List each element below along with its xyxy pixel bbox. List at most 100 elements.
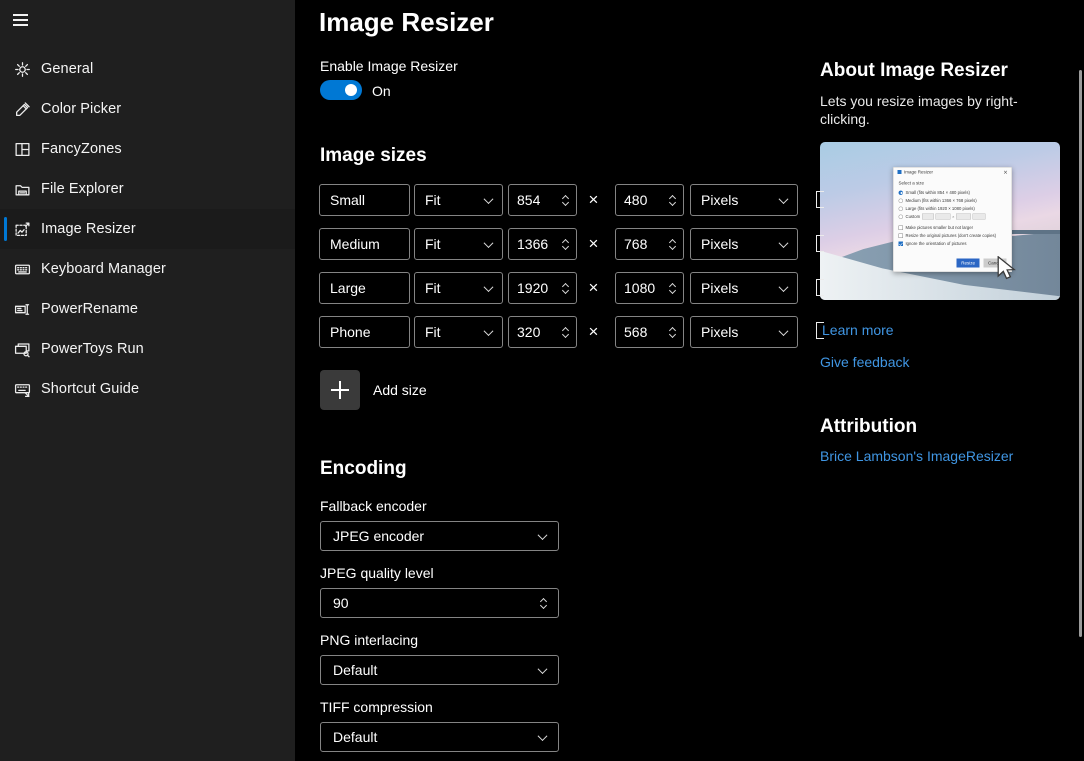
- powerrename-icon: [14, 301, 31, 318]
- preview-app-icon: [897, 170, 902, 174]
- chevron-down-icon: [483, 237, 494, 248]
- chevron-down-icon: [483, 193, 494, 204]
- size-fit-select[interactable]: Fit: [414, 228, 503, 260]
- radio-icon: [898, 214, 903, 219]
- image-size-row: Phone Fit 320 × 568 Pixels: [319, 316, 798, 348]
- sidebar-item-label: PowerRename: [41, 301, 139, 317]
- powertoys-settings-window: General Color Picker FancyZones File Exp…: [0, 0, 1084, 761]
- spinner-updown-icon: [668, 194, 677, 206]
- sidebar-item-powerrename[interactable]: PowerRename: [0, 289, 295, 329]
- sidebar-item-color-picker[interactable]: Color Picker: [0, 89, 295, 129]
- jpeg-quality-level-spinner[interactable]: 90: [320, 588, 559, 618]
- size-unit-select[interactable]: Pixels: [690, 228, 798, 260]
- selected-indicator: [4, 57, 7, 81]
- selected-indicator: [4, 97, 7, 121]
- enable-toggle[interactable]: [320, 80, 362, 100]
- sidebar-item-keyboard-manager[interactable]: Keyboard Manager: [0, 249, 295, 289]
- size-height-spinner[interactable]: 568: [615, 316, 684, 348]
- size-width-spinner[interactable]: 320: [508, 316, 577, 348]
- sidebar-item-powertoys-run[interactable]: PowerToys Run: [0, 329, 295, 369]
- radio-icon: [898, 190, 903, 195]
- image-sizes-list: Small Fit 854 × 480 Pixels Medium Fit 13…: [319, 184, 798, 360]
- size-width-spinner[interactable]: 854: [508, 184, 577, 216]
- preview-prompt: Select a size: [898, 180, 925, 186]
- encoding-field-label: JPEG quality level: [320, 565, 434, 581]
- attribution-link[interactable]: Brice Lambson's ImageResizer: [820, 448, 1013, 465]
- sidebar-item-label: General: [41, 61, 94, 77]
- clipped-row-button-icon[interactable]: [816, 191, 824, 208]
- size-height-spinner[interactable]: 480: [615, 184, 684, 216]
- chevron-down-icon: [778, 325, 789, 336]
- sidebar-item-label: Keyboard Manager: [41, 261, 166, 277]
- checkbox-icon: [898, 225, 903, 230]
- sidebar-item-fancyzones[interactable]: FancyZones: [0, 129, 295, 169]
- size-fit-select[interactable]: Fit: [414, 272, 503, 304]
- chevron-down-icon: [483, 325, 494, 336]
- size-name-input[interactable]: Large: [319, 272, 410, 304]
- enable-label: Enable Image Resizer: [320, 58, 458, 74]
- sidebar-item-label: Shortcut Guide: [41, 381, 140, 397]
- multiply-symbol: ×: [588, 278, 599, 297]
- selected-indicator: [4, 337, 7, 361]
- multiply-symbol: ×: [588, 190, 599, 209]
- menu-button[interactable]: [0, 0, 48, 40]
- size-name-input[interactable]: Small: [319, 184, 410, 216]
- size-unit-select[interactable]: Pixels: [690, 316, 798, 348]
- size-width-spinner[interactable]: 1920: [508, 272, 577, 304]
- png-interlacing-select[interactable]: Default: [320, 655, 559, 685]
- selected-indicator: [4, 297, 7, 321]
- powertoys-run-icon: [14, 341, 31, 358]
- tiff-compression-select[interactable]: Default: [320, 722, 559, 752]
- preview-checkbox: Ignore the orientation of pictures: [894, 240, 1012, 248]
- give-feedback-link[interactable]: Give feedback: [820, 354, 910, 371]
- image-size-row: Small Fit 854 × 480 Pixels: [319, 184, 798, 216]
- about-preview-image: Image Resizer Select a size Small (fits …: [820, 142, 1060, 300]
- clipped-row-button-icon[interactable]: [816, 322, 824, 339]
- preview-dialog-title: Image Resizer: [904, 169, 934, 175]
- sidebar: General Color Picker FancyZones File Exp…: [0, 0, 295, 761]
- size-width-spinner[interactable]: 1366: [508, 228, 577, 260]
- size-height-spinner[interactable]: 768: [615, 228, 684, 260]
- spinner-updown-icon: [539, 597, 548, 609]
- sidebar-item-file-explorer[interactable]: File Explorer: [0, 169, 295, 209]
- learn-more-link[interactable]: Learn more: [822, 322, 894, 339]
- toggle-state-label: On: [372, 83, 391, 99]
- sidebar-item-label: Color Picker: [41, 101, 122, 117]
- chevron-down-icon: [778, 281, 789, 292]
- selected-indicator: [4, 217, 7, 241]
- size-fit-select[interactable]: Fit: [414, 316, 503, 348]
- clipped-row-button-icon[interactable]: [816, 235, 824, 252]
- fallback-encoder-select[interactable]: JPEG encoder: [320, 521, 559, 551]
- image-resizer-icon: [14, 221, 31, 238]
- size-name-input[interactable]: Phone: [319, 316, 410, 348]
- sidebar-item-shortcut-guide[interactable]: Shortcut Guide: [0, 369, 295, 409]
- encoding-field: Fallback encoder JPEG encoder: [320, 498, 559, 551]
- encoding-field-label: PNG interlacing: [320, 632, 419, 648]
- size-height-spinner[interactable]: 1080: [615, 272, 684, 304]
- file-explorer-icon: [14, 181, 31, 198]
- checkbox-icon: [898, 233, 903, 238]
- preview-checkbox: Make pictures smaller but not larger: [894, 224, 1012, 232]
- hamburger-icon: [13, 14, 28, 26]
- multiply-symbol: ×: [588, 322, 599, 341]
- size-unit-select[interactable]: Pixels: [690, 272, 798, 304]
- size-fit-select[interactable]: Fit: [414, 184, 503, 216]
- encoding-field-label: Fallback encoder: [320, 498, 427, 514]
- chevron-down-icon: [537, 730, 548, 741]
- preview-dialog-titlebar: Image Resizer: [894, 168, 1012, 177]
- checkbox-icon: [898, 241, 903, 246]
- selected-indicator: [4, 257, 7, 281]
- encoding-field: JPEG quality level 90: [320, 565, 559, 618]
- sidebar-item-general[interactable]: General: [0, 49, 295, 89]
- image-sizes-heading: Image sizes: [320, 145, 427, 166]
- keyboard-icon: [14, 261, 31, 278]
- add-size-button[interactable]: Add size: [320, 370, 427, 410]
- scrollbar[interactable]: [1079, 70, 1082, 637]
- size-unit-select[interactable]: Pixels: [690, 184, 798, 216]
- preview-checkboxes: Make pictures smaller but not larger Resi…: [894, 224, 1012, 248]
- clipped-row-button-icon[interactable]: [816, 279, 824, 296]
- plus-icon: [320, 370, 360, 410]
- preview-option: Custom ×: [894, 213, 1012, 221]
- sidebar-item-image-resizer[interactable]: Image Resizer: [0, 209, 295, 249]
- size-name-input[interactable]: Medium: [319, 228, 410, 260]
